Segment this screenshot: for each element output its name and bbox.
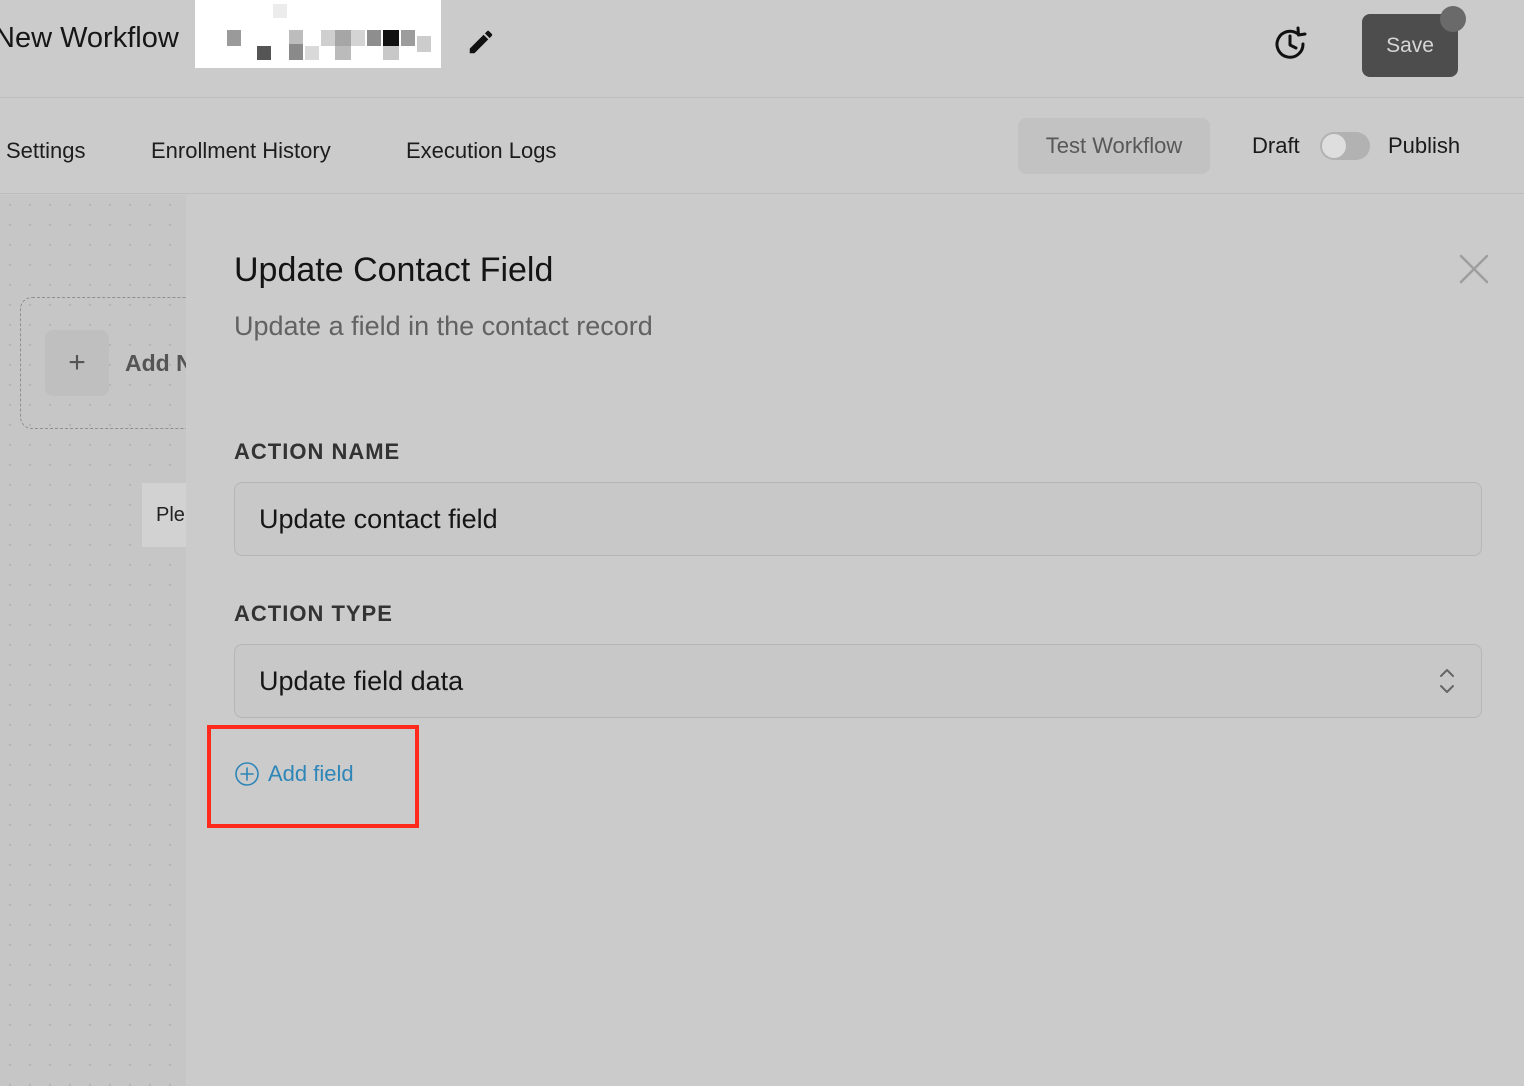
draft-label: Draft (1252, 133, 1300, 158)
redacted-area (195, 0, 441, 68)
highlight-box (207, 725, 419, 828)
workflow-title: New Workflow (0, 22, 179, 54)
pencil-icon[interactable] (466, 27, 496, 57)
plus-icon[interactable]: + (45, 330, 109, 396)
action-type-select[interactable]: Update field data (234, 644, 1482, 718)
tab-bar: Settings Enrollment History Execution Lo… (0, 98, 1524, 194)
workflow-canvas[interactable]: + Add N Ple (0, 195, 186, 1086)
close-icon[interactable] (1458, 253, 1490, 285)
action-name-value: Update contact field (259, 503, 498, 534)
test-workflow-button[interactable]: Test Workflow (1018, 118, 1210, 174)
panel-subtitle: Update a field in the contact record (234, 311, 653, 341)
tab-execution-logs[interactable]: Execution Logs (406, 138, 556, 164)
tab-enrollment-history[interactable]: Enrollment History (151, 138, 331, 164)
panel-title: Update Contact Field (234, 251, 554, 289)
workflow-editor: New Workflow Save Settings Enrollment Hi… (0, 0, 1524, 1086)
add-node-card[interactable]: + Add N (20, 297, 186, 429)
action-type-value: Update field data (259, 665, 464, 696)
action-type-label: ACTION TYPE (234, 601, 393, 626)
add-node-label: Add N (125, 350, 186, 376)
top-bar: New Workflow Save (0, 0, 1524, 98)
action-panel: Update Contact Field Update a field in t… (186, 195, 1524, 1086)
history-icon[interactable] (1270, 24, 1310, 64)
status-dot (1440, 6, 1466, 32)
toggle-knob (1322, 134, 1346, 158)
action-name-label: ACTION NAME (234, 439, 401, 464)
publish-label: Publish (1388, 133, 1461, 158)
canvas-hint: Ple (142, 483, 186, 547)
tab-settings[interactable]: Settings (6, 138, 86, 164)
action-name-input[interactable]: Update contact field (234, 482, 1482, 556)
chevron-up-down-icon (1437, 665, 1457, 697)
publish-toggle[interactable] (1320, 132, 1370, 160)
